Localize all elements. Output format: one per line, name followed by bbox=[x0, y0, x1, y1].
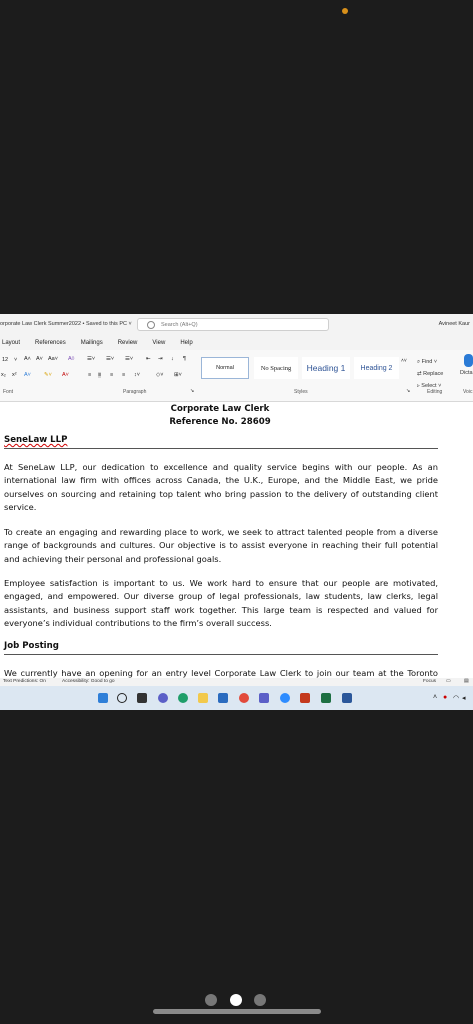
tray-app-icon[interactable]: ● bbox=[443, 694, 447, 701]
sort-icon[interactable]: ↓ bbox=[171, 356, 174, 362]
teams-icon[interactable] bbox=[259, 693, 269, 703]
job-heading-rule bbox=[4, 654, 438, 655]
tray-chevron-icon[interactable]: ˄ bbox=[433, 694, 437, 701]
taskbar: ˄ ● ◠ ◂ bbox=[0, 686, 473, 710]
group-label-voice: Voic bbox=[463, 389, 473, 395]
tab-view[interactable]: View bbox=[152, 340, 165, 346]
font-size-select[interactable]: 12 bbox=[2, 357, 8, 363]
grow-font-icon[interactable]: A˄ bbox=[24, 356, 31, 362]
search-icon bbox=[147, 320, 155, 329]
align-center-icon[interactable]: ≡ bbox=[98, 372, 102, 378]
clear-formatting-icon[interactable]: A◊ bbox=[68, 356, 74, 362]
editing-group: ⌕ Find ˅ ⇄ Replace ▹ Select ˅ bbox=[417, 356, 443, 392]
page-indicator-3[interactable] bbox=[254, 994, 266, 1006]
font-color-icon[interactable]: A˅ bbox=[62, 372, 69, 378]
chat-icon[interactable] bbox=[158, 693, 168, 703]
paragraph-launcher-icon[interactable]: ↘ bbox=[190, 388, 194, 394]
search-input[interactable]: Search (Alt+Q) bbox=[137, 318, 329, 331]
shading-icon[interactable]: ◇˅ bbox=[156, 372, 163, 378]
edge-icon[interactable] bbox=[178, 693, 188, 703]
home-indicator[interactable] bbox=[153, 1009, 321, 1014]
group-label-editing: Editing bbox=[427, 389, 443, 395]
shrink-font-icon[interactable]: A˅ bbox=[36, 356, 43, 362]
group-label-font: Font bbox=[3, 389, 14, 395]
paragraph-satisfaction: Employee satisfaction is important to us… bbox=[4, 578, 438, 629]
group-label-paragraph: Paragraph bbox=[123, 389, 147, 395]
dictate-button[interactable]: Dicta bbox=[460, 370, 473, 376]
task-view-icon[interactable] bbox=[137, 693, 147, 703]
style-normal[interactable]: Normal bbox=[201, 357, 249, 379]
tab-mailings[interactable]: Mailings bbox=[81, 340, 103, 346]
status-bar: Text Predictions: On Accessibility: Good… bbox=[0, 678, 473, 686]
align-left-icon[interactable]: ≡ bbox=[88, 372, 91, 378]
powerpoint-icon[interactable] bbox=[300, 693, 310, 703]
replace-button[interactable]: ⇄ Replace bbox=[417, 368, 443, 380]
tab-help[interactable]: Help bbox=[180, 340, 192, 346]
excel-icon[interactable] bbox=[321, 693, 331, 703]
microphone-icon[interactable] bbox=[464, 354, 473, 367]
bullets-icon[interactable]: ☰˅ bbox=[87, 356, 95, 362]
chrome-icon[interactable] bbox=[239, 693, 249, 703]
styles-launcher-icon[interactable]: ↘ bbox=[406, 388, 410, 394]
zoom-icon[interactable] bbox=[280, 693, 290, 703]
search-taskbar-icon[interactable] bbox=[117, 693, 127, 703]
paragraph-culture: To create an engaging and rewarding plac… bbox=[4, 527, 438, 564]
change-case-icon[interactable]: Aa˅ bbox=[48, 356, 58, 362]
ribbon: 12 ˅ A˄ A˅ Aa˅ A◊ x₂ x² A˅ ✎˅ A˅ Font ☰˅… bbox=[0, 350, 473, 402]
company-heading: SeneLaw LLP bbox=[4, 435, 68, 445]
mail-icon[interactable] bbox=[218, 693, 228, 703]
word-window: orporate Law Clerk Summer2022 • Saved to… bbox=[0, 314, 473, 710]
multilevel-list-icon[interactable]: ☰˅ bbox=[125, 356, 133, 362]
tab-layout[interactable]: Layout bbox=[2, 340, 20, 346]
style-heading-1[interactable]: Heading 1 bbox=[302, 357, 350, 379]
decrease-indent-icon[interactable]: ⇤ bbox=[146, 356, 151, 362]
tab-review[interactable]: Review bbox=[118, 340, 138, 346]
file-explorer-icon[interactable] bbox=[198, 693, 208, 703]
page-indicator-2[interactable] bbox=[230, 994, 242, 1006]
wifi-icon[interactable]: ◠ bbox=[453, 694, 459, 702]
group-label-styles: Styles bbox=[294, 389, 308, 395]
borders-icon[interactable]: ⊞˅ bbox=[174, 372, 182, 378]
text-predictions-status[interactable]: Text Predictions: On bbox=[3, 679, 46, 684]
start-icon[interactable] bbox=[98, 693, 108, 703]
accessibility-status[interactable]: Accessibility: Good to go bbox=[62, 679, 115, 684]
justify-icon[interactable]: ≡ bbox=[122, 372, 125, 378]
page-indicator-1[interactable] bbox=[205, 994, 217, 1006]
document-canvas[interactable]: Corporate Law Clerk Reference No. 28609 … bbox=[0, 402, 473, 678]
paragraph-intro: At SeneLaw LLP, our dedication to excell… bbox=[4, 462, 438, 513]
word-icon[interactable] bbox=[342, 693, 352, 703]
read-mode-icon[interactable]: ▭ bbox=[446, 679, 451, 684]
focus-button[interactable]: Focus bbox=[423, 679, 436, 684]
doc-reference: Reference No. 28609 bbox=[169, 417, 271, 427]
volume-icon[interactable]: ◂ bbox=[462, 694, 466, 702]
increase-indent-icon[interactable]: ⇥ bbox=[158, 356, 163, 362]
tab-references[interactable]: References bbox=[35, 340, 66, 346]
job-heading: Job Posting bbox=[4, 641, 59, 651]
account-name[interactable]: Avineet Kaur bbox=[439, 321, 470, 327]
paragraph-job: We currently have an opening for an entr… bbox=[4, 668, 438, 678]
line-spacing-icon[interactable]: ↕˅ bbox=[134, 372, 140, 378]
document-title[interactable]: orporate Law Clerk Summer2022 • Saved to… bbox=[0, 321, 132, 327]
title-bar: orporate Law Clerk Summer2022 • Saved to… bbox=[0, 314, 473, 336]
find-button[interactable]: ⌕ Find ˅ bbox=[417, 356, 443, 368]
heading-rule bbox=[4, 448, 438, 449]
doc-title: Corporate Law Clerk bbox=[170, 404, 270, 414]
camera-indicator bbox=[342, 8, 348, 14]
print-layout-icon[interactable]: ▤ bbox=[464, 679, 469, 684]
font-size-dropdown-icon[interactable]: ˅ bbox=[14, 357, 17, 363]
superscript-icon[interactable]: x² bbox=[12, 372, 17, 378]
text-effects-icon[interactable]: A˅ bbox=[24, 372, 31, 378]
highlight-icon[interactable]: ✎˅ bbox=[44, 372, 52, 378]
show-marks-icon[interactable]: ¶ bbox=[183, 356, 186, 362]
numbering-icon[interactable]: ☰˅ bbox=[106, 356, 114, 362]
style-no-spacing[interactable]: No Spacing bbox=[254, 357, 298, 379]
align-right-icon[interactable]: ≡ bbox=[110, 372, 113, 378]
ribbon-tabs: Layout References Mailings Review View H… bbox=[0, 336, 473, 350]
style-heading-2[interactable]: Heading 2 bbox=[354, 357, 399, 379]
search-placeholder: Search (Alt+Q) bbox=[161, 321, 198, 328]
subscript-icon[interactable]: x₂ bbox=[1, 372, 6, 378]
styles-scroll-icon[interactable]: ˄˅ bbox=[401, 358, 407, 364]
